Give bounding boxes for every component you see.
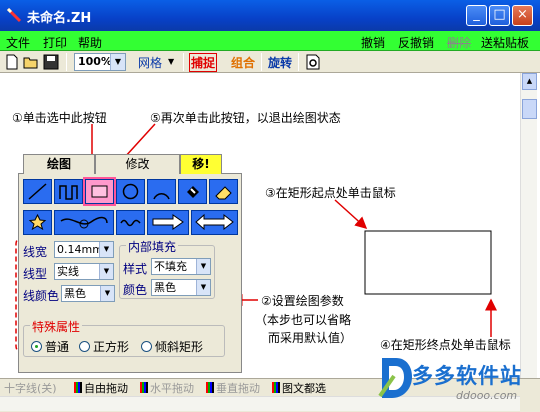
arrow-double-tool-icon — [195, 213, 234, 231]
draw-panel: 绘图 修改 移! 线宽 0.14mm ▼ 线型 实线 ▼ 线颜色 黑色 ▼ 内部… — [18, 154, 242, 373]
radio-square[interactable]: 正方形 — [79, 338, 129, 355]
status-vertical-drag[interactable]: 垂直拖动 — [206, 380, 260, 395]
chevron-down-icon: ▼ — [100, 286, 114, 301]
arc-tool-button[interactable] — [147, 179, 176, 204]
status-horizontal-drag[interactable]: 水平拖动 — [140, 380, 194, 395]
chevron-down-icon: ▼ — [196, 280, 210, 295]
tab-modify[interactable]: 修改 — [95, 154, 180, 174]
star-tool-icon — [28, 213, 47, 231]
radio-unchecked-icon — [79, 341, 90, 352]
circle-tool-icon — [122, 183, 139, 200]
rectangle-tool-button[interactable] — [83, 177, 116, 206]
status-marker-icon — [272, 382, 280, 393]
radio-normal[interactable]: 普通 — [31, 338, 69, 355]
line-color-select[interactable]: 黑色 ▼ — [61, 285, 115, 302]
eraser-tool-icon — [215, 186, 232, 200]
chevron-down-icon: ▼ — [196, 259, 210, 274]
line-tool-button[interactable] — [23, 179, 52, 204]
status-marker-icon — [140, 382, 148, 393]
special-group-label: 特殊属性 — [30, 318, 83, 335]
polyline-tool-icon — [59, 185, 78, 200]
line-width-select[interactable]: 0.14mm ▼ — [54, 241, 114, 258]
status-marker-icon — [74, 382, 82, 393]
fill-color-label: 颜色 — [123, 283, 148, 297]
fill-tool-icon — [187, 186, 199, 198]
curve-tool-icon — [60, 216, 108, 229]
fill-color-select[interactable]: 黑色 ▼ — [151, 279, 211, 296]
arrow-right-tool-icon — [152, 214, 184, 230]
eraser-tool-button[interactable] — [209, 179, 238, 204]
arc-tool-icon — [153, 193, 170, 200]
radio-unchecked-icon — [141, 341, 152, 352]
tab-move[interactable]: 移! — [180, 154, 222, 174]
polyline-tool-button[interactable] — [54, 179, 83, 204]
watermark-url: ddooo.com — [456, 389, 518, 402]
drawn-rectangle — [364, 230, 492, 295]
fill-style-label: 样式 — [123, 262, 148, 276]
line-type-label: 线型 — [23, 267, 48, 281]
rectangle-tool-icon — [91, 185, 108, 198]
line-width-label: 线宽 — [23, 245, 48, 259]
status-marker-icon — [206, 382, 214, 393]
watermark-logo-icon — [378, 358, 412, 398]
star-tool-button[interactable] — [23, 210, 52, 235]
fill-tool-button[interactable] — [178, 179, 207, 204]
horizontal-scrollbar[interactable] — [0, 396, 520, 411]
status-free-drag[interactable]: 自由拖动 — [74, 380, 128, 395]
status-crosshair[interactable]: 十字线(关) — [4, 380, 57, 395]
radio-checked-icon — [31, 341, 42, 352]
line-tool-icon — [28, 183, 47, 200]
fill-group-label: 内部填充 — [126, 238, 179, 255]
chevron-down-icon: ▼ — [99, 242, 113, 257]
curve-tool-button[interactable] — [54, 210, 114, 235]
radio-tilted-rect[interactable]: 倾斜矩形 — [141, 338, 203, 355]
arrow-double-tool-button[interactable] — [191, 210, 238, 235]
line-color-label: 线颜色 — [23, 289, 60, 303]
fill-style-select[interactable]: 不填充 ▼ — [151, 258, 211, 275]
circle-tool-button[interactable] — [116, 179, 145, 204]
chevron-down-icon: ▼ — [99, 264, 113, 279]
arrow-right-tool-button[interactable] — [147, 210, 189, 235]
wave-tool-button[interactable] — [116, 210, 145, 235]
tab-draw[interactable]: 绘图 — [23, 154, 95, 174]
line-type-select[interactable]: 实线 ▼ — [54, 263, 114, 280]
status-select-all[interactable]: 图文都选 — [272, 380, 326, 395]
wave-tool-icon — [120, 219, 141, 227]
watermark-name: 多多软件站 — [412, 364, 522, 388]
